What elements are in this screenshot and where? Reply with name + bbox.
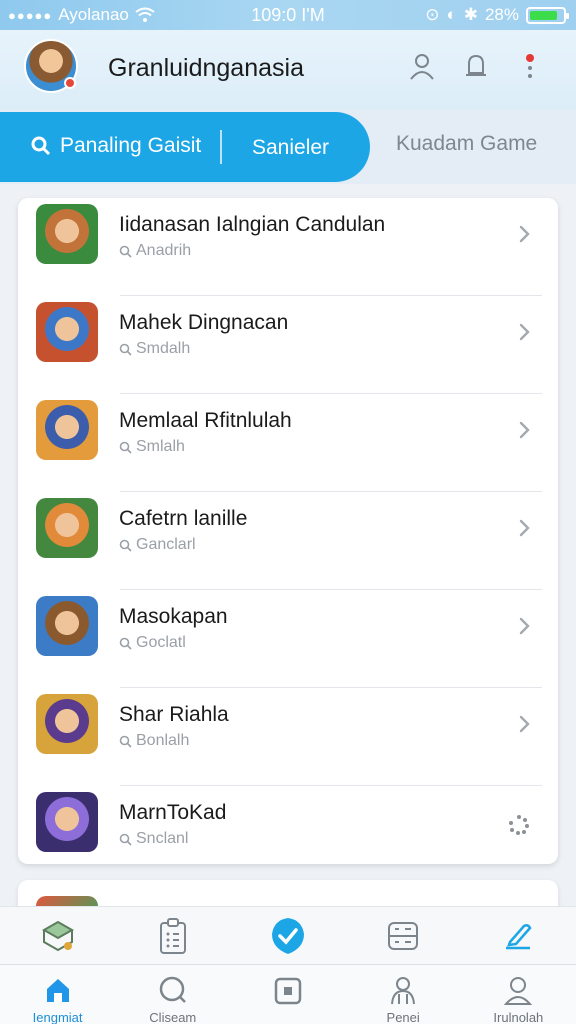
more-dot <box>528 66 532 70</box>
game-subtitle-text: Goclatl <box>136 634 186 651</box>
home-icon <box>40 973 76 1006</box>
search-icon <box>119 735 132 748</box>
game-subtitle: Smlalh <box>119 438 185 456</box>
game-icon <box>36 204 98 264</box>
nav-label: Iengmiat <box>32 1010 83 1024</box>
profile-icon <box>500 973 536 1006</box>
notification-dot <box>526 54 534 62</box>
loading-spinner-icon <box>509 815 529 835</box>
toolbar <box>0 906 576 964</box>
chevron-right-icon[interactable] <box>512 712 536 736</box>
list-item[interactable]: Iidanasan Ialngian Candulan Anadrih <box>18 198 558 296</box>
app-header: Granluidnganasia <box>0 30 576 110</box>
game-icon <box>36 498 98 558</box>
search-icon <box>119 833 132 846</box>
nav-item-search[interactable]: Cliseam <box>128 965 218 1024</box>
chevron-right-icon[interactable] <box>512 418 536 442</box>
game-icon <box>36 302 98 362</box>
nav-label: Irulnolah <box>493 1010 544 1024</box>
tool-book-icon[interactable] <box>28 911 88 961</box>
list-item[interactable]: Mahek Dingnacan Smdalh <box>18 296 558 394</box>
more-icon[interactable] <box>514 48 546 84</box>
avatar-badge <box>64 77 76 89</box>
battery-icon <box>526 6 569 24</box>
search-icon <box>119 343 132 356</box>
tab-kuadam-game[interactable]: Kuadam Game <box>396 132 537 156</box>
search-icon <box>119 539 132 552</box>
search-icon <box>155 973 191 1006</box>
game-icon <box>36 596 98 656</box>
search-icon <box>119 441 132 454</box>
bluetooth-icon: ✱ <box>463 5 478 24</box>
game-title: Shar Riahla <box>119 703 229 726</box>
alarm-icon: ⊙ <box>425 5 440 24</box>
game-title: Memlaal Rfitnlulah <box>119 409 292 432</box>
status-right: ⊙ ◐ ✱ 28% <box>425 5 569 25</box>
page-title: Granluidnganasia <box>108 54 304 82</box>
tab-pill: Panaling Gaisit Sanieler <box>0 112 370 182</box>
search-icon <box>119 245 132 258</box>
nav-item-profile[interactable]: Irulnolah <box>473 965 563 1024</box>
game-subtitle-text: Smdalh <box>136 340 191 357</box>
list-item[interactable]: Masokapan Goclatl <box>18 590 558 688</box>
game-list: Iidanasan Ialngian Candulan Anadrih Mahek … <box>18 198 558 864</box>
game-subtitle: Ganclarl <box>119 536 196 554</box>
nav-item-people[interactable]: Penei <box>358 965 448 1024</box>
search-icon <box>119 637 132 650</box>
list-item[interactable]: Memlaal Rfitnlulah Smlalh <box>18 394 558 492</box>
game-subtitle-text: Ganclarl <box>136 536 196 553</box>
list-item[interactable]: Shar Riahla Bonlalh <box>18 688 558 786</box>
nav-item-square[interactable] <box>243 965 333 1024</box>
chevron-right-icon[interactable] <box>512 614 536 638</box>
chevron-right-icon[interactable] <box>512 320 536 344</box>
game-icon <box>36 694 98 754</box>
tool-check-icon[interactable] <box>258 911 318 961</box>
tool-edit-icon[interactable] <box>488 911 548 961</box>
game-title: Cafetrn lanille <box>119 507 248 530</box>
nav-item-home[interactable]: Iengmiat <box>13 965 103 1024</box>
game-title: Mahek Dingnacan <box>119 311 289 334</box>
list-item[interactable]: MarnToKad Snclanl <box>18 786 558 864</box>
tab-panaling[interactable]: Panaling Gaisit <box>30 134 201 158</box>
game-title: MarnToKad <box>119 801 227 824</box>
chevron-right-icon[interactable] <box>512 222 536 246</box>
game-subtitle-text: Anadrih <box>136 242 192 259</box>
game-title: Masokapan <box>119 605 228 628</box>
battery-percent: 28% <box>484 5 519 24</box>
bottom-nav: Iengmiat Cliseam Penei Irulnolah <box>0 964 576 1024</box>
game-subtitle: Anadrih <box>119 242 191 260</box>
game-subtitle: Bonlalh <box>119 732 189 750</box>
game-subtitle: Smdalh <box>119 340 190 358</box>
game-icon <box>36 400 98 460</box>
game-subtitle: Goclatl <box>119 634 186 652</box>
list-item[interactable]: Cafetrn lanille Ganclarl <box>18 492 558 590</box>
square-icon <box>270 973 306 1009</box>
game-title: Iidanasan Ialngian Candulan <box>119 213 386 236</box>
tab-divider <box>220 130 222 164</box>
nav-label: Cliseam <box>149 1010 197 1024</box>
header-actions <box>406 48 546 84</box>
location-icon: ◐ <box>446 5 457 24</box>
avatar[interactable] <box>24 39 78 93</box>
battery-fill <box>530 10 558 20</box>
game-subtitle-text: Snclanl <box>136 830 189 847</box>
status-bar: ●●●●● Ayolanao 109:0 I'M ⊙ ◐ ✱ 28% <box>0 0 576 30</box>
game-subtitle-text: Bonlalh <box>136 732 190 749</box>
nav-label: Penei <box>386 1010 420 1024</box>
people-icon <box>385 973 421 1006</box>
tab-sanieler[interactable]: Sanieler <box>252 136 329 160</box>
game-subtitle: Snclanl <box>119 830 188 848</box>
tab-label: Panaling Gaisit <box>60 134 202 157</box>
game-icon <box>36 792 98 852</box>
tool-clipboard-icon[interactable] <box>143 911 203 961</box>
user-icon[interactable] <box>406 48 438 84</box>
tool-list-icon[interactable] <box>373 911 433 961</box>
chevron-right-icon[interactable] <box>512 516 536 540</box>
search-icon <box>31 136 51 156</box>
bell-icon[interactable] <box>460 48 492 84</box>
more-dot <box>528 74 532 78</box>
game-subtitle-text: Smlalh <box>136 438 185 455</box>
